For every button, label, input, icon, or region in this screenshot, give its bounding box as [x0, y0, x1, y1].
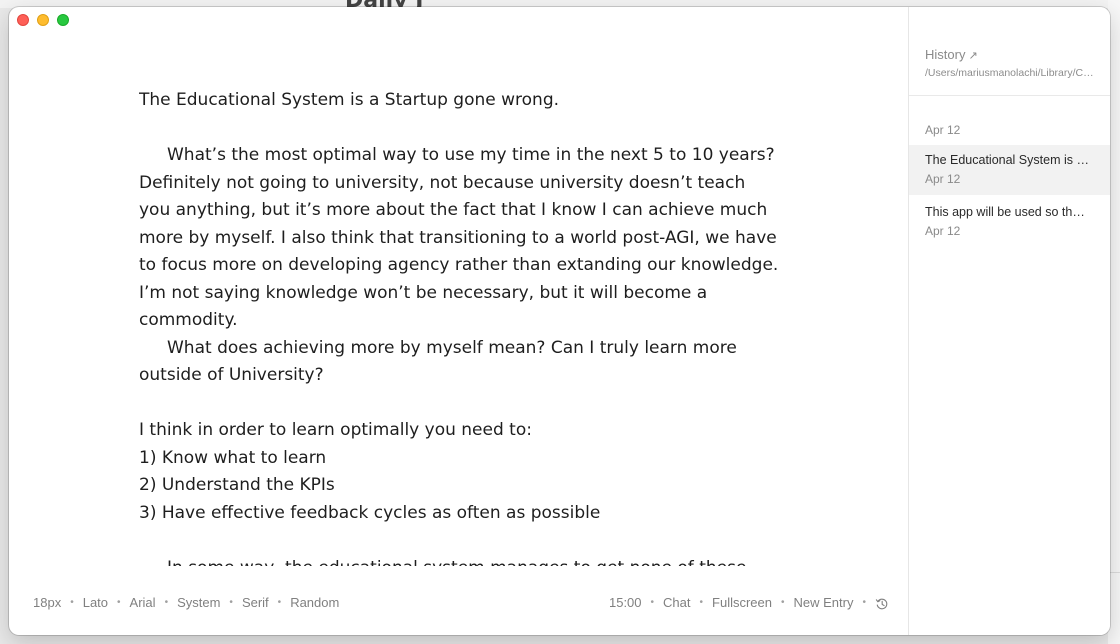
separator-dot: • — [229, 597, 233, 608]
editor-line: What does achieving more by myself mean?… — [139, 337, 737, 386]
history-path: /Users/mariusmanolachi/Library/Container… — [925, 67, 1095, 79]
separator-dot: • — [164, 597, 169, 608]
fullscreen-button[interactable]: Fullscreen — [712, 595, 772, 610]
separator-dot: • — [650, 597, 655, 609]
zoom-window-button[interactable] — [57, 14, 69, 26]
history-title[interactable]: History ↗ — [925, 47, 978, 62]
separator-dot: • — [277, 597, 282, 608]
history-entry[interactable]: Apr 12 — [909, 119, 1110, 145]
close-window-button[interactable] — [17, 14, 29, 26]
separator-dot: • — [781, 597, 785, 609]
footer-actions: 15:00 • Chat • Fullscreen • New Entry • — [609, 595, 889, 611]
app-window: The Educational System is a Startup gone… — [9, 7, 1110, 635]
new-entry-button[interactable]: New Entry — [794, 595, 854, 610]
separator-dot: • — [699, 597, 704, 609]
history-clock-icon — [875, 598, 888, 609]
font-size-button[interactable]: 18px — [33, 595, 61, 610]
history-entry[interactable]: This app will be used so that I can writ… — [909, 197, 1110, 247]
history-sidebar: History ↗ /Users/mariusmanolachi/Library/… — [908, 7, 1110, 635]
separator-dot: • — [70, 597, 74, 608]
font-lato-button[interactable]: Lato — [83, 595, 108, 610]
editor-blank-line — [139, 115, 779, 143]
entry-date: Apr 12 — [925, 224, 961, 238]
editor-line: 3) Have effective feedback cycles as oft… — [139, 502, 601, 523]
minimize-window-button[interactable] — [37, 14, 49, 26]
history-toggle-button[interactable] — [875, 595, 889, 611]
footer-font-options: 18px • Lato • Arial • System • Serif • R… — [33, 595, 339, 610]
separator-dot: • — [862, 597, 866, 609]
arrow-up-right-icon: ↗ — [968, 50, 978, 62]
font-arial-button[interactable]: Arial — [130, 595, 156, 610]
font-system-button[interactable]: System — [177, 595, 220, 610]
history-header[interactable]: History ↗ /Users/mariusmanolachi/Library/… — [909, 47, 1110, 96]
editor-line: 2) Understand the KPIs — [139, 475, 335, 495]
editor-line: What’s the most optimal way to use my ti… — [139, 145, 779, 330]
entry-title: The Educational System is a Startup gone… — [925, 153, 1091, 167]
entry-date: Apr 12 — [925, 123, 961, 137]
chat-button[interactable]: Chat — [663, 595, 690, 610]
editor-text-area[interactable]: The Educational System is a Startup gone… — [139, 87, 779, 566]
editor-line: 1) Know what to learn — [139, 447, 327, 468]
timer-button[interactable]: 15:00 — [609, 595, 642, 610]
history-entry-active[interactable]: The Educational System is a Startup gone… — [909, 145, 1110, 195]
font-serif-button[interactable]: Serif — [242, 595, 269, 610]
editor-line: I think in order to learn optimally you … — [139, 420, 532, 440]
editor-blank-line — [139, 390, 779, 418]
editor-line: In some way, the educational system mana… — [139, 555, 779, 567]
editor-blank-line — [139, 527, 779, 555]
entry-title: This app will be used so that I can writ… — [925, 205, 1091, 219]
separator-dot: • — [117, 597, 121, 608]
font-random-button[interactable]: Random — [290, 595, 339, 610]
editor-line: The Educational System is a Startup gone… — [139, 90, 560, 110]
history-title-label: History — [925, 47, 966, 62]
entry-date: Apr 12 — [925, 172, 961, 186]
